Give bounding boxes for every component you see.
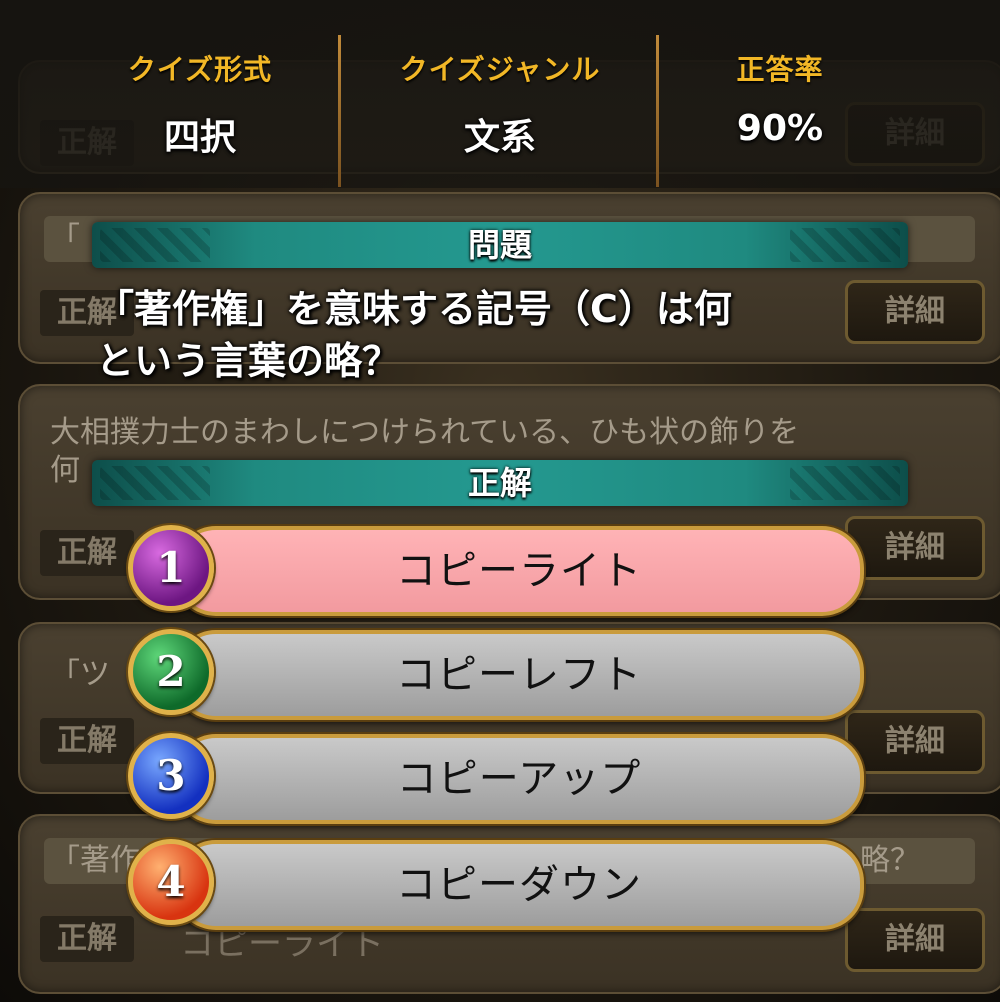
history-correct-tag: 正解 <box>40 530 134 576</box>
correct-rate-column: 正答率 90% <box>660 0 900 188</box>
quiz-format-value: 四択 <box>163 117 236 158</box>
correct-rate-label: 正答率 <box>736 53 824 86</box>
history-question-tail: 略？ <box>860 843 920 878</box>
question-banner: 問題 <box>92 222 908 268</box>
history-detail-button[interactable]: 詳細 <box>845 908 985 972</box>
choice-4-number-badge: 4 <box>128 839 214 925</box>
info-divider <box>656 35 659 187</box>
quiz-format-label: クイズ形式 <box>127 53 273 86</box>
choice-3[interactable]: コピーアップ 3 <box>128 730 864 824</box>
choice-2-number-badge: 2 <box>128 629 214 715</box>
quiz-genre-column: クイズジャンル 文系 <box>342 0 658 188</box>
history-correct-tag: 正解 <box>40 916 134 962</box>
quiz-info-bar: クイズ形式 四択 クイズジャンル 文系 正答率 90% <box>0 0 1000 188</box>
history-detail-button[interactable]: 詳細 <box>845 710 985 774</box>
choice-2-label: コピーレフト <box>174 630 864 720</box>
choice-1[interactable]: コピーライト 1 <box>128 522 864 616</box>
choice-4-label: コピーダウン <box>174 840 864 930</box>
quiz-genre-label: クイズジャンル <box>399 53 601 86</box>
choice-4[interactable]: コピーダウン 4 <box>128 836 864 930</box>
correct-rate-value: 90% <box>736 108 824 149</box>
question-text: 「著作権」を意味する記号（C）は何 という言葉の略？ <box>96 283 916 387</box>
question-line-2: という言葉の略？ <box>96 339 401 383</box>
quiz-genre-value: 文系 <box>463 117 536 158</box>
history-detail-button[interactable]: 詳細 <box>845 516 985 580</box>
choice-1-number-badge: 1 <box>128 525 214 611</box>
choice-3-number-badge: 3 <box>128 733 214 819</box>
info-divider <box>338 35 341 187</box>
choice-2[interactable]: コピーレフト 2 <box>128 626 864 720</box>
history-question: 大相撲力士のまわしにつけられている、ひも状の飾りを <box>50 415 800 450</box>
choice-3-label: コピーアップ <box>174 734 864 824</box>
history-correct-tag: 正解 <box>40 718 134 764</box>
question-line-1: 「著作権」を意味する記号（C）は何 <box>96 287 732 331</box>
choice-1-label: コピーライト <box>174 526 864 616</box>
quiz-format-column: クイズ形式 四択 <box>60 0 340 188</box>
answer-banner: 正解 <box>92 460 908 506</box>
